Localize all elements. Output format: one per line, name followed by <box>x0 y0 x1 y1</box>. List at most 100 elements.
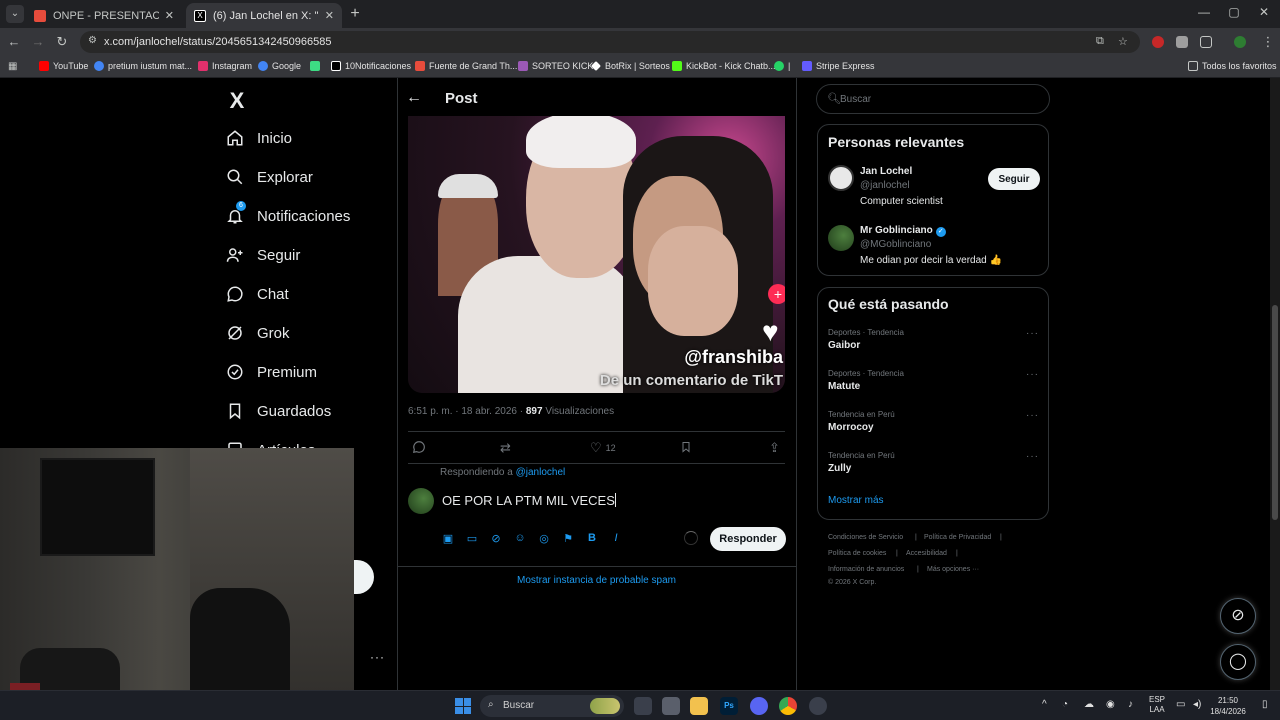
more-icon[interactable]: ··· <box>1026 410 1039 421</box>
nav-item-premium[interactable]: Premium <box>226 359 317 385</box>
footer-link[interactable]: Política de cookies <box>828 550 886 557</box>
browser-tab-x-active[interactable]: X (6) Jan Lochel en X: "@MGoblin ✕ <box>186 3 342 28</box>
bold-icon[interactable]: B <box>585 532 599 544</box>
nav-item-notifications[interactable]: 6 Notificaciones <box>226 201 350 229</box>
follow-button[interactable]: Seguir <box>988 168 1040 190</box>
emoji-icon[interactable]: ☺ <box>513 532 527 544</box>
tab-close-icon[interactable]: ✕ <box>165 9 174 22</box>
all-bookmarks-folder[interactable]: Todos los favoritos <box>1188 61 1277 71</box>
grok-icon[interactable]: ⊘ <box>489 532 503 545</box>
flag-icon[interactable]: ⚑ <box>561 532 575 545</box>
bookmark-item[interactable]: BotRix | Sorteos <box>591 61 670 71</box>
language-indicator[interactable]: ESP LAA <box>1149 695 1165 715</box>
chrome-icon[interactable] <box>779 697 797 715</box>
new-tab-button[interactable]: + <box>346 5 364 23</box>
extension-gray-icon[interactable] <box>1176 36 1188 48</box>
reply-action[interactable] <box>412 440 426 457</box>
address-bar[interactable]: ⚙ x.com/janlochel/status/204565134245096… <box>80 31 1140 53</box>
show-more-link[interactable]: Mostrar más <box>828 495 884 506</box>
footer-link[interactable]: Información de anuncios <box>828 566 904 573</box>
tab-close-icon[interactable]: ✕ <box>325 9 334 22</box>
file-explorer-icon[interactable] <box>690 697 708 715</box>
account-more-icon[interactable]: ··· <box>370 650 385 664</box>
post-video[interactable]: + ♥ @franshiba De un comentario de TikT <box>408 116 785 393</box>
photoshop-icon[interactable]: Ps <box>720 697 738 715</box>
browser-menu-icon[interactable]: ⋮ <box>1260 34 1276 50</box>
maximize-icon[interactable]: ▢ <box>1224 5 1244 19</box>
minimize-icon[interactable]: — <box>1194 5 1214 19</box>
tab-search-icon[interactable]: ⌄ <box>6 5 24 23</box>
gif-icon[interactable]: ▭ <box>465 532 479 545</box>
site-info-icon[interactable]: ⚙ <box>88 35 97 46</box>
task-view-icon[interactable] <box>634 697 652 715</box>
nav-item-bookmarks[interactable]: Guardados <box>226 398 331 424</box>
nav-item-explore[interactable]: Explorar <box>226 164 313 190</box>
window-close-icon[interactable]: ✕ <box>1254 5 1274 19</box>
person-name[interactable]: Jan Lochel <box>860 166 912 177</box>
extensions-puzzle-icon[interactable] <box>1200 36 1212 48</box>
bookmark-item[interactable]: KickBot - Kick Chatb... <box>672 61 776 71</box>
install-app-icon[interactable]: ⧉ <box>1096 35 1104 48</box>
location-icon[interactable]: ◎ <box>537 532 551 545</box>
profile-avatar[interactable] <box>1234 36 1246 48</box>
image-icon[interactable]: ▣ <box>441 532 455 545</box>
avatar[interactable] <box>828 225 854 251</box>
italic-icon[interactable]: I <box>609 532 623 544</box>
onedrive-icon[interactable]: ☁ <box>1084 699 1094 710</box>
app-icon[interactable] <box>809 697 827 715</box>
notifications-icon[interactable]: ▯ <box>1262 699 1268 710</box>
taskbar-search[interactable]: ⌕ Buscar <box>480 695 624 717</box>
more-icon[interactable]: ··· <box>1026 328 1039 339</box>
reload-icon[interactable]: ↻ <box>54 34 70 50</box>
avatar[interactable] <box>408 488 434 514</box>
share-action[interactable]: ⇪ <box>769 440 780 456</box>
bookmark-item[interactable]: | <box>774 61 790 71</box>
more-icon[interactable]: ··· <box>1026 369 1039 380</box>
bookmark-item[interactable]: Stripe Express <box>802 61 875 71</box>
volume-icon[interactable]: ◂) <box>1193 699 1201 710</box>
show-spam-link[interactable]: Mostrar instancia de probable spam <box>397 575 796 586</box>
nav-item-follow[interactable]: Seguir <box>226 242 300 268</box>
browser-tab-onpe[interactable]: ONPE - PRESENTACIÓN DE RES ✕ <box>26 3 182 28</box>
repost-action[interactable]: ⇄ <box>500 440 511 456</box>
apps-grid-icon[interactable]: ▦ <box>8 61 17 72</box>
footer-more-options[interactable]: Más opciones ··· <box>927 566 979 573</box>
forward-icon[interactable]: → <box>30 34 46 49</box>
replying-handle-link[interactable]: @janlochel <box>516 467 566 478</box>
post-time[interactable]: 6:51 p. m. · 18 abr. 2026 · <box>408 406 526 417</box>
footer-link[interactable]: Accesibilidad <box>906 550 947 557</box>
bookmark-item[interactable]: SORTEO KICK <box>518 61 593 71</box>
messages-fab-icon[interactable]: ◯ <box>1220 644 1256 680</box>
bookmark-action[interactable] <box>680 440 692 457</box>
reply-button[interactable]: Responder <box>710 527 786 551</box>
footer-link[interactable]: Condiciones de Servicio <box>828 534 903 541</box>
bookmark-item[interactable]: Instagram <box>198 61 252 71</box>
tray-chevron-icon[interactable]: ^ <box>1042 699 1047 710</box>
grok-fab-icon[interactable]: ⊘ <box>1220 598 1256 634</box>
nav-item-home[interactable]: Inicio <box>226 125 292 151</box>
extension-red-icon[interactable] <box>1152 36 1164 48</box>
bookmark-item[interactable]: YouTube <box>39 61 88 71</box>
search-input[interactable]: 🔍︎ Buscar <box>816 84 1050 114</box>
reply-input[interactable]: OE POR LA PTM MIL VECES <box>442 493 616 508</box>
tray-app-icon[interactable]: ◔ <box>1062 699 1068 710</box>
app-icon[interactable] <box>662 697 680 715</box>
avatar[interactable] <box>828 165 854 191</box>
windows-start-icon[interactable] <box>455 698 471 714</box>
nav-item-chat[interactable]: Chat <box>226 281 289 307</box>
microphone-icon[interactable]: ♪ <box>1128 699 1133 710</box>
like-action[interactable]: ♡ 12 <box>590 440 616 456</box>
more-icon[interactable]: ··· <box>1026 451 1039 462</box>
person-name[interactable]: Mr Goblinciano ✓ <box>860 225 946 237</box>
tray-app-icon[interactable]: ◉ <box>1106 699 1115 710</box>
back-icon[interactable]: ← <box>6 34 22 49</box>
bookmark-item[interactable]: Google <box>258 61 301 71</box>
footer-link[interactable]: Política de Privacidad <box>924 534 991 541</box>
bookmark-item[interactable]: 10Notificaciones <box>331 61 411 71</box>
bookmark-star-icon[interactable]: ☆ <box>1118 35 1128 48</box>
back-arrow-icon[interactable]: ← <box>406 89 422 107</box>
post-compose-button[interactable] <box>354 560 374 594</box>
scrollbar-thumb[interactable] <box>1272 305 1278 520</box>
bookmark-item[interactable]: pretium iustum mat... <box>94 61 192 71</box>
x-logo-icon[interactable]: X <box>226 88 248 114</box>
